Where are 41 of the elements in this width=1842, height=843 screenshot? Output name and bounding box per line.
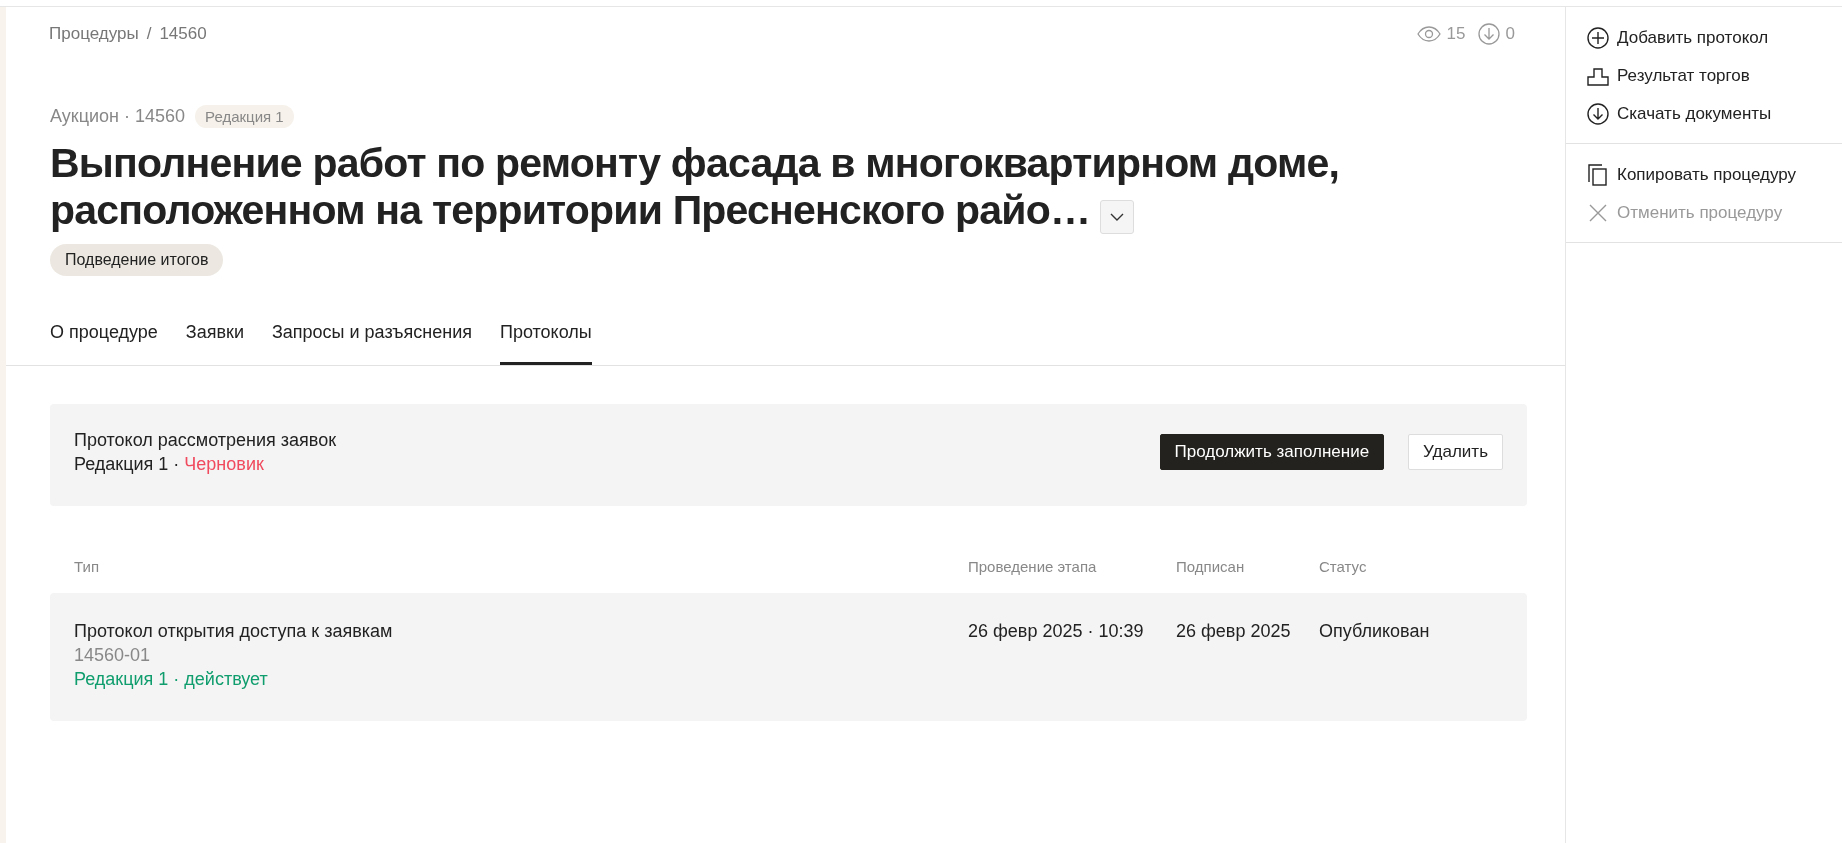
copy-icon (1587, 164, 1609, 186)
protocol-title: Протокол открытия доступа к заявкам (74, 620, 394, 643)
plus-circle-icon (1587, 27, 1609, 49)
counter-value: 15 (1446, 24, 1466, 44)
protocol-edition: Редакция 1 · действует (74, 668, 269, 691)
close-icon (1587, 202, 1609, 224)
column-header: Подписан (1176, 558, 1246, 575)
tab[interactable]: Протоколы (499, 314, 592, 365)
continue-button[interactable]: Продолжить заполнение (1159, 434, 1385, 470)
protocol-number: 14560-01 (74, 644, 152, 667)
tab[interactable]: Заявки (185, 314, 244, 365)
chevron-icon (1109, 212, 1126, 222)
tab[interactable]: О процедуре (50, 314, 158, 365)
sidebar-action[interactable]: Скачать документы (1566, 95, 1842, 133)
edition-badge: Редакция 1 (195, 105, 294, 128)
protocol-row[interactable]: Протокол открытия доступа к заявкам 14560-01 Редакция 1 · действует 26 февр 2025 · 10:39 26 февр 2025 Опубликован (50, 593, 1527, 721)
tab[interactable]: Запросы и разъяснения (271, 314, 472, 365)
download-icon (1587, 103, 1609, 125)
procedure-title: Выполнение работ по ремонту фасада в многоквартирном доме, расположенном на территории Пресненского райо… (50, 140, 1341, 234)
breadcrumb-separator: / (146, 24, 152, 44)
column-header: Проведение этапа (968, 558, 1098, 575)
podium-icon (1587, 65, 1609, 87)
counter-value: 0 (1505, 24, 1515, 44)
eye-icon (1416, 26, 1441, 42)
table-cell: Опубликован (1319, 621, 1430, 641)
protocol-edition: Редакция 1 · Черновик (74, 453, 265, 476)
download-icon (1477, 23, 1500, 45)
table-cell: 26 февр 2025 (1176, 621, 1291, 641)
breadcrumb-link[interactable]: 14560 (159, 24, 207, 44)
sidebar-action[interactable]: Добавить протокол (1566, 19, 1842, 57)
sidebar-action[interactable]: Результат торгов (1566, 57, 1842, 95)
breadcrumb-link[interactable]: Процедуры (49, 24, 139, 44)
table-cell: 26 февр 2025 · 10:39 (968, 621, 1144, 641)
column-header: Статус (1319, 558, 1368, 575)
expand-button[interactable] (1100, 200, 1135, 234)
stage-badge: Подведение итогов (50, 244, 224, 276)
delete-button[interactable]: Удалить (1408, 434, 1503, 470)
sidebar-action[interactable]: Копировать процедуру (1566, 156, 1842, 194)
column-header: Тип (74, 558, 100, 575)
procedure-subtitle: Аукцион · 14560 (50, 106, 186, 127)
protocol-title: Протокол рассмотрения заявок (74, 429, 337, 452)
